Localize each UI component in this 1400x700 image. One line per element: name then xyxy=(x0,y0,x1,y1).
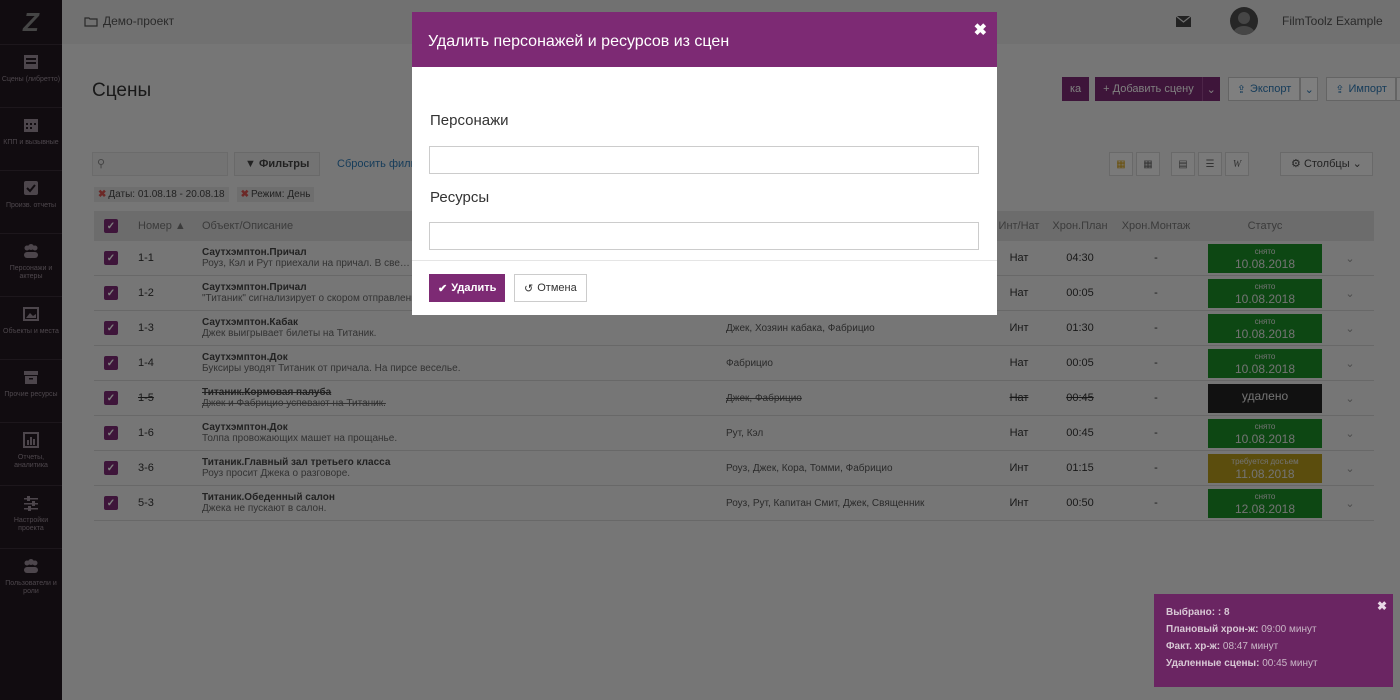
delete-modal: Удалить персонажей и ресурсов из сцен ✖ … xyxy=(412,12,997,315)
delete-label: Удалить xyxy=(451,282,497,294)
check-icon: ✔ xyxy=(438,282,448,295)
close-icon[interactable]: ✖ xyxy=(1377,598,1387,615)
cancel-label: Отмена xyxy=(537,282,577,294)
characters-input[interactable] xyxy=(429,146,979,174)
delete-button[interactable]: ✔ Удалить xyxy=(429,274,506,302)
characters-label: Персонажи xyxy=(430,112,509,129)
deleted-val: 00:45 минут xyxy=(1262,658,1318,669)
resources-label: Ресурсы xyxy=(430,189,490,206)
undo-icon: ↺ xyxy=(524,282,534,295)
plan-val: 09:00 минут xyxy=(1261,624,1317,635)
modal-header: Удалить персонажей и ресурсов из сцен ✖ xyxy=(412,12,997,67)
fact-key: Факт. хр-ж: xyxy=(1166,641,1221,652)
selection-summary: ✖ Выбрано: : 8 Плановый хрон-ж: 09:00 ми… xyxy=(1154,594,1393,687)
resources-input[interactable] xyxy=(429,222,979,250)
selected-count: Выбрано: : 8 xyxy=(1166,607,1230,618)
cancel-button[interactable]: ↺ Отмена xyxy=(514,274,587,302)
modal-title: Удалить персонажей и ресурсов из сцен xyxy=(428,33,730,50)
plan-key: Плановый хрон-ж: xyxy=(1166,624,1259,635)
close-icon[interactable]: ✖ xyxy=(974,20,987,40)
deleted-key: Удаленные сцены: xyxy=(1166,658,1260,669)
modal-body: Персонажи Ресурсы xyxy=(412,67,997,260)
fact-val: 08:47 минут xyxy=(1222,641,1279,652)
modal-footer: ✔ Удалить ↺ Отмена xyxy=(412,260,997,315)
